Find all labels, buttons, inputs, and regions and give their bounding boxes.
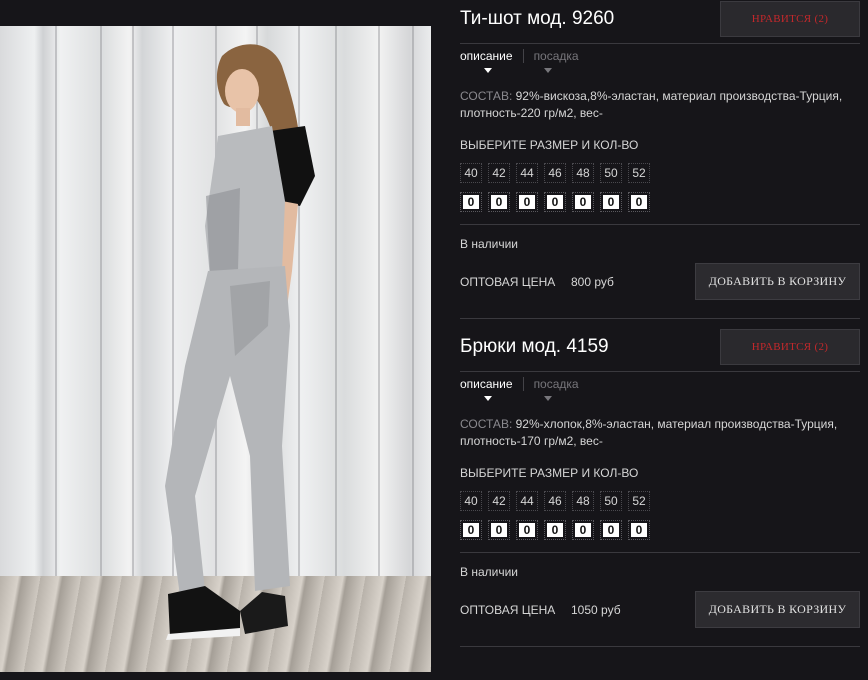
quantity-input[interactable] — [491, 523, 507, 537]
product-composition: СОСТАВ: 92%-вискоза,8%-эластан, материал… — [460, 88, 860, 122]
divider — [460, 552, 860, 553]
caret-down-icon — [484, 396, 492, 401]
divider — [460, 646, 860, 647]
product-photo — [0, 26, 431, 672]
add-to-cart-button[interactable]: ДОБАВИТЬ В КОРЗИНУ — [695, 263, 860, 300]
quantity-input[interactable] — [519, 195, 535, 209]
quantity-input[interactable] — [463, 523, 479, 537]
quantity-cell — [488, 520, 510, 540]
tab-fit[interactable]: посадка — [522, 49, 589, 73]
quantity-cell — [516, 192, 538, 212]
tab-fit-label: посадка — [533, 377, 579, 391]
quantity-input[interactable] — [631, 523, 647, 537]
quantity-cell — [628, 520, 650, 540]
stock-status: В наличии — [460, 237, 519, 251]
size-option: 48 — [572, 491, 594, 511]
divider — [460, 224, 860, 225]
size-list: 40 42 44 46 48 50 52 — [460, 491, 656, 511]
quantity-input[interactable] — [491, 195, 507, 209]
quantity-cell — [516, 520, 538, 540]
product-block: Брюки мод. 4159 НРАВИТСЯ (2) описание по… — [458, 329, 860, 659]
quantity-list — [460, 520, 656, 540]
caret-down-icon — [543, 396, 552, 401]
quantity-list — [460, 192, 656, 212]
tab-description-label: описание — [460, 49, 513, 63]
quantity-input[interactable] — [547, 523, 563, 537]
divider — [460, 318, 860, 319]
quantity-cell — [572, 520, 594, 540]
product-tabs: описание посадка — [460, 49, 589, 73]
composition-text: 92%-хлопок,8%-эластан, материал производ… — [460, 417, 838, 448]
quantity-cell — [544, 192, 566, 212]
price-value: 1050 руб — [571, 603, 621, 617]
quantity-cell — [628, 192, 650, 212]
quantity-cell — [544, 520, 566, 540]
size-option: 52 — [628, 163, 650, 183]
tab-description[interactable]: описание — [460, 49, 523, 73]
size-option: 44 — [516, 491, 538, 511]
price-value: 800 руб — [571, 275, 614, 289]
size-option: 48 — [572, 163, 594, 183]
stock-status: В наличии — [460, 565, 519, 579]
product-tabs: описание посадка — [460, 377, 589, 401]
quantity-cell — [600, 192, 622, 212]
composition-text: 92%-вискоза,8%-эластан, материал произво… — [460, 89, 843, 120]
sizes-label: ВЫБЕРИТЕ РАЗМЕР И КОЛ-ВО — [460, 466, 639, 480]
quantity-input[interactable] — [547, 195, 563, 209]
quantity-input[interactable] — [463, 195, 479, 209]
tab-description-label: описание — [460, 377, 513, 391]
size-option: 40 — [460, 163, 482, 183]
size-list: 40 42 44 46 48 50 52 — [460, 163, 656, 183]
price-label: ОПТОВАЯ ЦЕНА — [460, 603, 556, 617]
quantity-cell — [488, 192, 510, 212]
quantity-cell — [460, 520, 482, 540]
product-block: Ти-шот мод. 9260 НРАВИТСЯ (2) описание п… — [458, 1, 860, 321]
product-title: Ти-шот мод. 9260 — [460, 8, 615, 29]
size-option: 40 — [460, 491, 482, 511]
like-button[interactable]: НРАВИТСЯ (2) — [720, 329, 860, 365]
quantity-input[interactable] — [519, 523, 535, 537]
product-composition: СОСТАВ: 92%-хлопок,8%-эластан, материал … — [460, 416, 860, 450]
quantity-input[interactable] — [603, 195, 619, 209]
tab-description[interactable]: описание — [460, 377, 523, 401]
tab-fit-label: посадка — [533, 49, 579, 63]
tab-fit[interactable]: посадка — [522, 377, 589, 401]
size-option: 46 — [544, 163, 566, 183]
caret-down-icon — [543, 68, 552, 73]
size-option: 44 — [516, 163, 538, 183]
sizes-label: ВЫБЕРИТЕ РАЗМЕР И КОЛ-ВО — [460, 138, 639, 152]
size-option: 42 — [488, 491, 510, 511]
size-option: 50 — [600, 491, 622, 511]
caret-down-icon — [484, 68, 492, 73]
quantity-input[interactable] — [575, 523, 591, 537]
model-figure — [165, 44, 315, 640]
quantity-input[interactable] — [603, 523, 619, 537]
quantity-input[interactable] — [631, 195, 647, 209]
add-to-cart-button[interactable]: ДОБАВИТЬ В КОРЗИНУ — [695, 591, 860, 628]
size-option: 42 — [488, 163, 510, 183]
size-option: 50 — [600, 163, 622, 183]
quantity-cell — [572, 192, 594, 212]
composition-label: СОСТАВ: — [460, 417, 513, 431]
price-label: ОПТОВАЯ ЦЕНА — [460, 275, 556, 289]
product-title: Брюки мод. 4159 — [460, 336, 609, 357]
size-option: 46 — [544, 491, 566, 511]
quantity-cell — [600, 520, 622, 540]
composition-label: СОСТАВ: — [460, 89, 513, 103]
quantity-cell — [460, 192, 482, 212]
quantity-input[interactable] — [575, 195, 591, 209]
like-button[interactable]: НРАВИТСЯ (2) — [720, 1, 860, 37]
size-option: 52 — [628, 491, 650, 511]
divider — [460, 43, 860, 44]
divider — [460, 371, 860, 372]
